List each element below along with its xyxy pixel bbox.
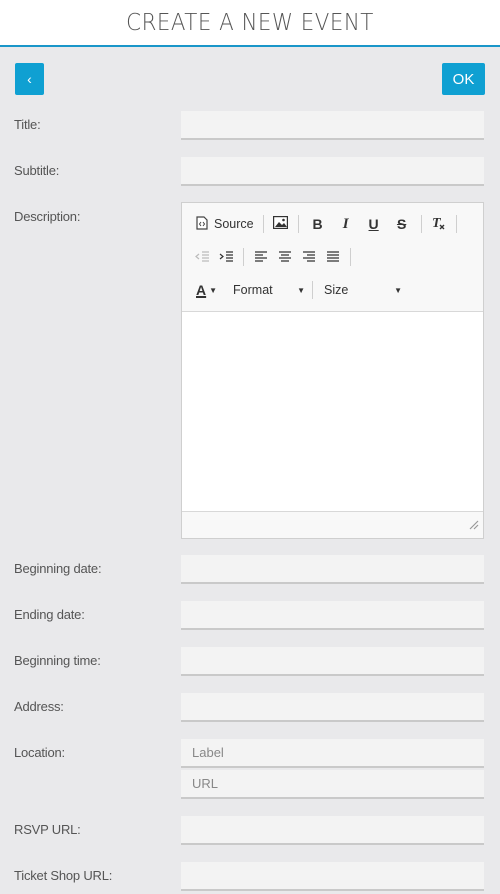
address-input[interactable] <box>181 693 484 722</box>
resize-handle-icon[interactable] <box>469 517 479 535</box>
chevron-down-icon: ▼ <box>209 285 218 295</box>
editor-toolbar: Source B I U S T A ▼ Format ▼ Size ▼ <box>182 203 483 311</box>
indent-icon[interactable] <box>214 245 238 269</box>
source-label: Source <box>214 217 254 231</box>
ending-date-input[interactable] <box>181 601 484 630</box>
toolbar-separator <box>350 248 351 266</box>
back-button[interactable]: ‹ <box>15 63 44 95</box>
image-button[interactable] <box>269 212 293 236</box>
remove-format-button[interactable]: T <box>427 212 451 236</box>
source-icon <box>196 215 208 233</box>
toolbar-separator <box>312 281 314 299</box>
beginning-time-label: Beginning time: <box>14 653 101 668</box>
location-label: Location: <box>14 745 65 760</box>
beginning-time-input[interactable] <box>181 647 484 676</box>
ending-date-label: Ending date: <box>14 607 85 622</box>
chevron-down-icon: ▼ <box>297 285 306 295</box>
location-url-input[interactable] <box>181 770 484 799</box>
toolbar-separator <box>420 215 422 233</box>
toolbar-separator <box>297 215 299 233</box>
source-button[interactable]: Source <box>190 212 258 236</box>
title-input[interactable] <box>181 111 484 140</box>
format-label: Format <box>233 283 273 297</box>
toolbar-row-2 <box>190 245 356 269</box>
align-center-icon[interactable] <box>273 245 297 269</box>
rsvp-url-input[interactable] <box>181 816 484 845</box>
outdent-icon[interactable] <box>190 245 214 269</box>
page-title: CREATE A NEW EVENT <box>126 10 374 36</box>
align-justify-icon[interactable] <box>321 245 345 269</box>
chevron-down-icon: ▼ <box>394 285 403 295</box>
beginning-date-input[interactable] <box>181 555 484 584</box>
toolbar-separator <box>262 215 264 233</box>
align-right-icon[interactable] <box>297 245 321 269</box>
description-label: Description: <box>14 209 81 224</box>
bold-button[interactable]: B <box>304 212 332 236</box>
toolbar-separator <box>455 215 457 233</box>
editor-content[interactable] <box>182 311 483 512</box>
toolbar-row-3: A ▼ Format ▼ Size ▼ <box>190 278 404 302</box>
toolbar-row-1: Source B I U S T <box>190 212 462 236</box>
page-header: CREATE A NEW EVENT <box>0 0 500 47</box>
remove-format-icon: T <box>431 215 447 234</box>
title-label: Title: <box>14 117 41 132</box>
ticket-shop-url-input[interactable] <box>181 862 484 891</box>
ok-button[interactable]: OK <box>442 63 485 95</box>
location-label-input[interactable] <box>181 739 484 768</box>
align-left-icon[interactable] <box>249 245 273 269</box>
subtitle-label: Subtitle: <box>14 163 60 178</box>
subtitle-input[interactable] <box>181 157 484 186</box>
size-label: Size <box>324 283 349 297</box>
rsvp-url-label: RSVP URL: <box>14 822 81 837</box>
underline-button[interactable]: U <box>360 212 388 236</box>
italic-button[interactable]: I <box>332 212 360 236</box>
description-editor: Source B I U S T A ▼ Format ▼ Size ▼ <box>181 202 484 539</box>
beginning-date-label: Beginning date: <box>14 561 102 576</box>
format-dropdown[interactable]: Format ▼ <box>221 278 307 302</box>
address-label: Address: <box>14 699 64 714</box>
text-color-icon: A <box>196 282 207 298</box>
size-dropdown[interactable]: Size ▼ <box>318 278 404 302</box>
strikethrough-button[interactable]: S <box>388 212 416 236</box>
text-color-button[interactable]: A ▼ <box>190 278 221 302</box>
ticket-shop-url-label: Ticket Shop URL: <box>14 868 113 883</box>
image-icon <box>273 216 289 232</box>
toolbar-separator <box>243 248 244 266</box>
